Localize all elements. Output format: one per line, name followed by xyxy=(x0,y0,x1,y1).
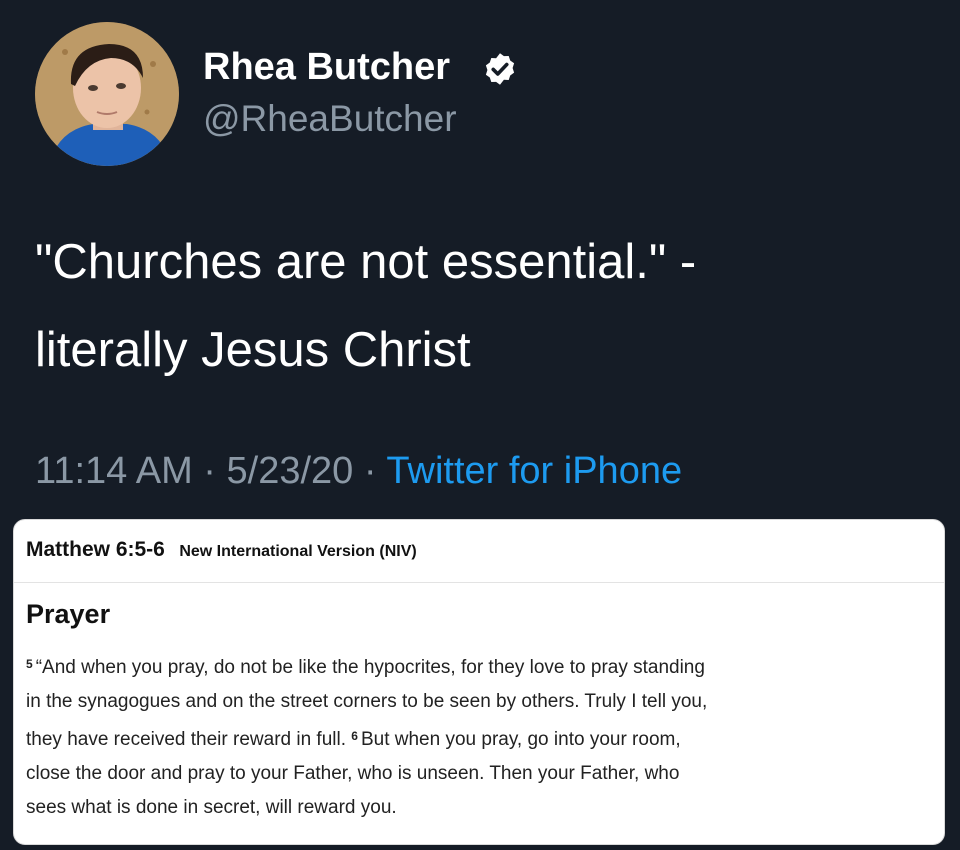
verse-number: 5 xyxy=(26,657,33,671)
passage-line-text: But when you pray, go into your room, xyxy=(360,729,681,750)
tweet-text-line: "Churches are not essential." - xyxy=(35,235,697,289)
passage-line: sees what is done in secret, will reward… xyxy=(26,797,397,818)
meta-separator: · xyxy=(363,450,377,492)
tweet: Rhea Butcher @RheaButcher "Churches are … xyxy=(0,0,960,517)
verse-number: 6 xyxy=(351,729,358,743)
verified-badge-icon xyxy=(482,51,518,87)
passage-line-text: “And when you pray, do not be like the h… xyxy=(35,657,705,678)
passage-line: they have received their reward in full.… xyxy=(26,719,931,757)
tweet-source-link[interactable]: Twitter for iPhone xyxy=(386,450,682,492)
bible-passage-card: Matthew 6:5-6 New International Version … xyxy=(13,519,945,845)
tweet-time[interactable]: 11:14 AM xyxy=(35,450,193,492)
display-name[interactable]: Rhea Butcher xyxy=(203,46,450,89)
passage-line: in the synagogues and on the street corn… xyxy=(26,691,708,712)
meta-separator: · xyxy=(203,450,216,492)
tweet-meta: 11:14 AM · 5/23/20 · Twitter for iPhone xyxy=(35,450,682,493)
tweet-date[interactable]: 5/23/20 xyxy=(227,450,354,492)
avatar-image xyxy=(35,22,179,166)
profile-avatar[interactable] xyxy=(35,22,179,166)
user-handle[interactable]: @RheaButcher xyxy=(203,98,457,140)
tweet-text: "Churches are not essential." - literall… xyxy=(35,218,915,394)
passage-line-text: they have received their reward in full. xyxy=(26,729,346,750)
passage-line: close the door and pray to your Father, … xyxy=(26,763,680,784)
tweet-text-line: literally Jesus Christ xyxy=(35,323,471,377)
bible-version[interactable]: New International Version (NIV) xyxy=(179,543,416,560)
section-heading: Prayer xyxy=(26,599,111,629)
passage-text: 5 “And when you pray, do not be like the … xyxy=(26,647,931,825)
passage-reference[interactable]: Matthew 6:5-6 xyxy=(26,538,165,561)
divider xyxy=(14,582,944,583)
passage-header: Matthew 6:5-6 New International Version … xyxy=(26,538,417,562)
passage-line: 5 “And when you pray, do not be like the … xyxy=(26,647,931,685)
